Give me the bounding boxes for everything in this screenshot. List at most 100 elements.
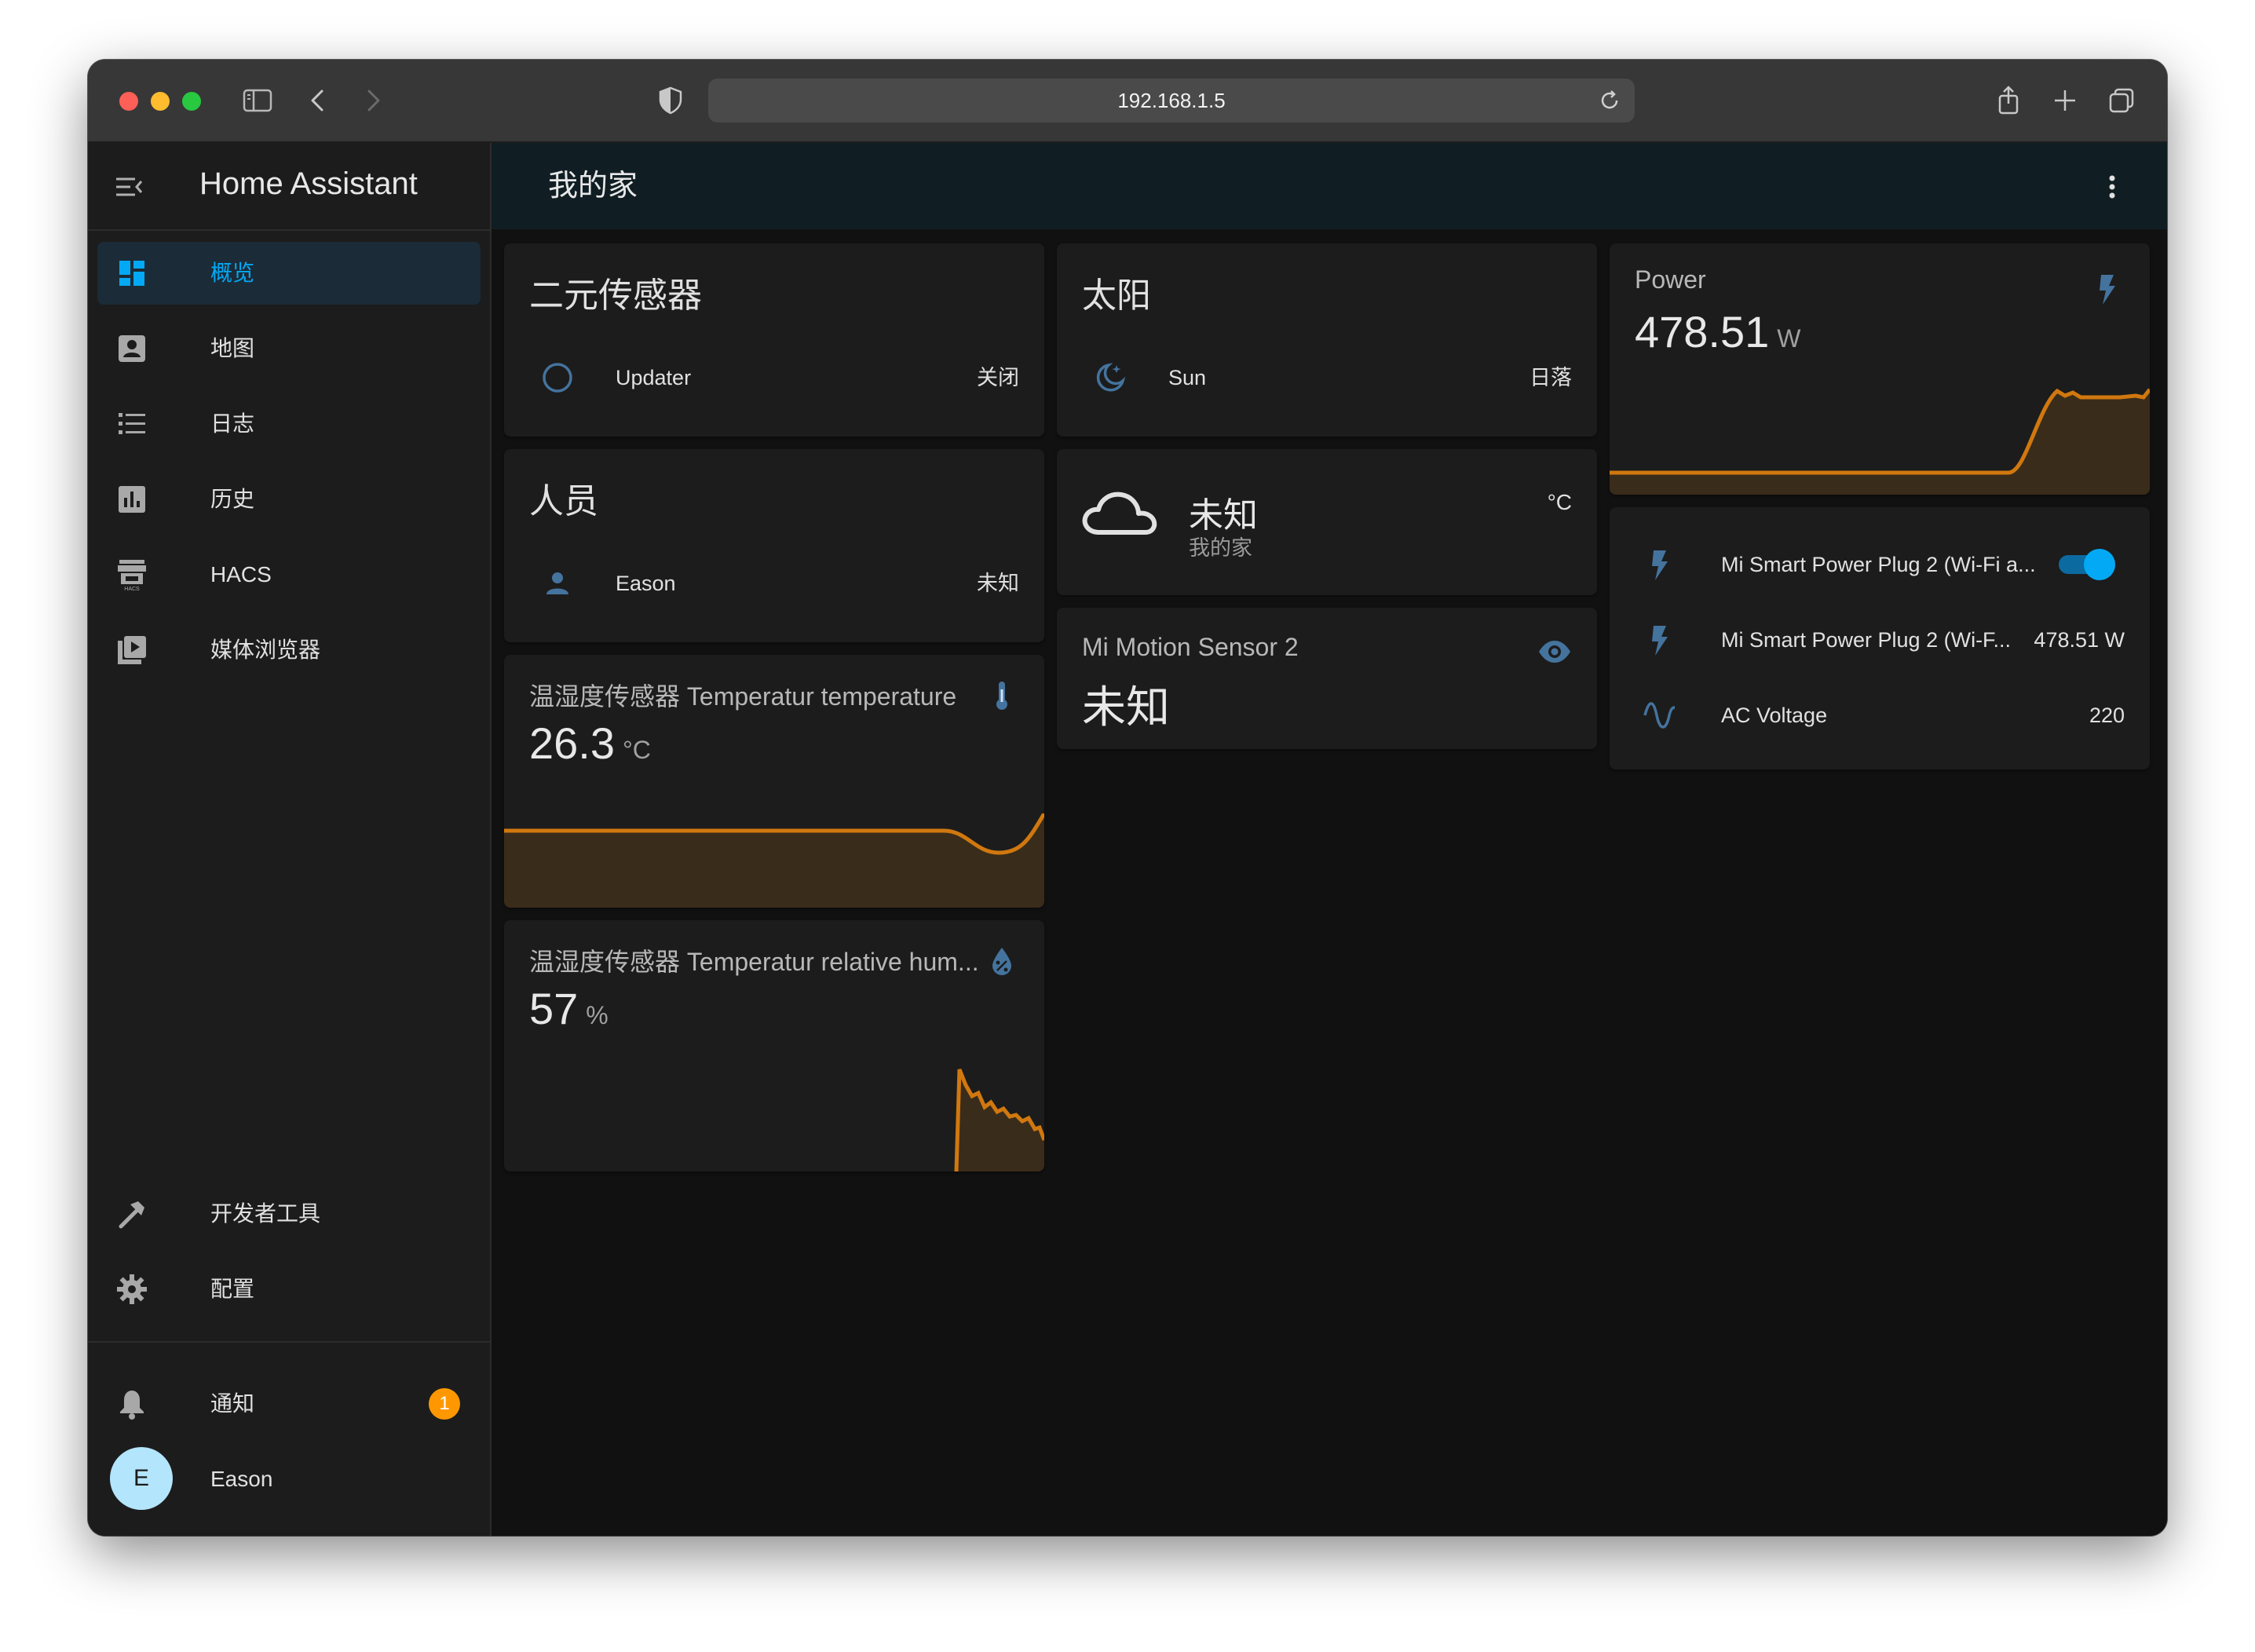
sidebar-item-user-profile[interactable]: E Eason	[97, 1447, 481, 1511]
sensor-value-line: 26.3 °C	[529, 718, 651, 769]
sidebar-item-label: 通知	[210, 1391, 255, 1416]
entity-row-sun[interactable]: Sun 日落	[1057, 350, 1597, 405]
hammer-icon	[115, 1197, 149, 1231]
sidebar-toggle-icon[interactable]	[240, 83, 275, 118]
sidebar-item-configuration[interactable]: 配置	[97, 1258, 481, 1321]
back-arrow-icon[interactable]	[302, 83, 336, 118]
plug-power-toggle[interactable]	[2059, 549, 2115, 580]
sensor-value: 57	[529, 984, 579, 1033]
sidebar-item-overview[interactable]: 概览	[97, 242, 481, 305]
motion-sensor-card[interactable]: Mi Motion Sensor 2 未知	[1057, 608, 1597, 749]
sidebar-item-hacs[interactable]: HACS HACS	[97, 543, 481, 606]
zoom-window-button[interactable]	[182, 92, 201, 111]
entity-state: 478.51 W	[2034, 628, 2125, 652]
sidebar-item-media-browser[interactable]: 媒体浏览器	[97, 619, 481, 682]
more-options-icon[interactable]	[2096, 171, 2128, 203]
humidity-sensor-card[interactable]: 温湿度传感器 Temperatur relative hum... 57%	[504, 920, 1044, 1171]
forward-arrow-icon[interactable]	[355, 83, 389, 118]
sidebar-item-developer-tools[interactable]: 开发者工具	[97, 1182, 481, 1245]
page-title: 我的家	[548, 170, 638, 203]
sidebar-item-logbook[interactable]: 日志	[97, 393, 481, 455]
flash-icon	[1643, 623, 1677, 657]
minimize-window-button[interactable]	[151, 92, 170, 111]
sensor-unit: W	[1777, 324, 1801, 353]
toggle-thumb	[2084, 549, 2115, 580]
sidebar-divider	[88, 1341, 490, 1343]
sidebar-item-label: 媒体浏览器	[210, 638, 321, 662]
sensor-value: 478.51	[1635, 307, 1770, 356]
bell-icon	[115, 1387, 149, 1421]
entity-state: 日落	[1530, 366, 1572, 389]
sensor-name: 温湿度传感器 Temperatur temperature	[529, 682, 957, 711]
entity-name: Eason	[616, 572, 676, 595]
person-card: 人员 Eason 未知	[504, 449, 1044, 642]
sensor-value-line: 478.51 W	[1635, 306, 1800, 357]
entity-row-plug-switch[interactable]: Mi Smart Power Plug 2 (Wi-Fi a...	[1610, 537, 2150, 592]
logbook-icon	[115, 407, 149, 441]
flash-icon	[2090, 272, 2125, 306]
circle-outline-icon	[540, 360, 575, 395]
water-percent-icon	[985, 944, 1019, 978]
weather-night-icon	[1093, 360, 1128, 395]
gear-icon	[115, 1272, 149, 1307]
sidebar-item-label: 概览	[210, 261, 255, 285]
temperature-sensor-card[interactable]: 温湿度传感器 Temperatur temperature 26.3 °C	[504, 655, 1044, 908]
thermometer-icon	[985, 678, 1019, 713]
entity-name: Mi Smart Power Plug 2 (Wi-F...	[1721, 628, 2012, 652]
notification-count-badge: 1	[429, 1388, 460, 1420]
tab-overview-icon[interactable]	[2104, 83, 2139, 118]
privacy-shield-icon[interactable]	[653, 83, 688, 118]
power-history-graph	[1610, 388, 2150, 495]
entity-row-plug-power[interactable]: Mi Smart Power Plug 2 (Wi-F... 478.51 W	[1610, 612, 2150, 667]
sidebar-item-label: 配置	[210, 1277, 255, 1301]
cloud-icon	[1082, 492, 1157, 535]
weather-card[interactable]: 未知 我的家 °C	[1057, 449, 1597, 595]
app-toolbar: 我的家	[492, 143, 2167, 229]
sidebar-item-map[interactable]: 地图	[97, 317, 481, 380]
share-icon[interactable]	[1991, 83, 2026, 118]
menu-toggle-icon[interactable]	[111, 170, 146, 204]
entity-state: 关闭	[977, 366, 1019, 389]
sine-wave-icon	[1643, 698, 1677, 733]
new-tab-icon[interactable]	[2048, 83, 2082, 118]
reload-icon[interactable]	[1595, 86, 1624, 115]
flash-icon	[1643, 547, 1677, 582]
sidebar-item-label: 地图	[210, 336, 255, 360]
close-window-button[interactable]	[119, 92, 138, 111]
entities-card: Mi Smart Power Plug 2 (Wi-Fi a... Mi Sma…	[1610, 507, 2150, 769]
entity-row-updater[interactable]: Updater 关闭	[504, 350, 1044, 405]
map-account-icon	[115, 331, 149, 366]
power-sensor-card[interactable]: Power 478.51 W	[1610, 243, 2150, 495]
browser-toolbar: 192.168.1.5	[88, 60, 2167, 143]
svg-text:HACS: HACS	[124, 587, 140, 592]
hacs-icon: HACS	[115, 557, 149, 592]
browser-window: 192.168.1.5 Home Assistant 概览 地图 日志 历史 H…	[88, 60, 2167, 1536]
sidebar-header: Home Assistant	[88, 143, 490, 231]
sidebar: Home Assistant 概览 地图 日志 历史 HACS HACS 媒体浏…	[88, 143, 492, 1536]
sensor-unit: °C	[623, 736, 651, 764]
sidebar-item-label: 历史	[210, 487, 255, 511]
sensor-value: 26.3	[529, 718, 615, 768]
media-browser-icon	[115, 633, 149, 667]
card-title: 太阳	[1082, 276, 1151, 315]
sidebar-item-notifications[interactable]: 通知 1	[97, 1372, 481, 1435]
sensor-unit: %	[586, 1001, 609, 1029]
binary-sensor-card: 二元传感器 Updater 关闭	[504, 243, 1044, 437]
card-title: 二元传感器	[529, 276, 702, 315]
weather-state: 未知	[1189, 496, 1258, 535]
address-bar[interactable]: 192.168.1.5	[708, 79, 1635, 122]
app-title: Home Assistant	[199, 166, 418, 201]
main-content: 我的家 二元传感器 Updater 关闭 人员 Eason 未知 温湿度传感器 …	[492, 143, 2167, 1536]
sensor-name: Mi Motion Sensor 2	[1082, 633, 1299, 661]
humidity-history-graph	[954, 1069, 1044, 1171]
sidebar-item-history[interactable]: 历史	[97, 468, 481, 531]
card-title: 人员	[529, 482, 598, 521]
weather-unit: °C	[1547, 490, 1572, 514]
sensor-value-line: 57%	[529, 983, 609, 1034]
entity-row-person[interactable]: Eason 未知	[504, 556, 1044, 611]
eye-icon	[1537, 634, 1572, 669]
history-chart-icon	[115, 482, 149, 517]
sidebar-item-label: 日志	[210, 411, 255, 436]
entity-name: Sun	[1168, 366, 1207, 389]
entity-row-ac-voltage[interactable]: AC Voltage 220	[1610, 688, 2150, 743]
